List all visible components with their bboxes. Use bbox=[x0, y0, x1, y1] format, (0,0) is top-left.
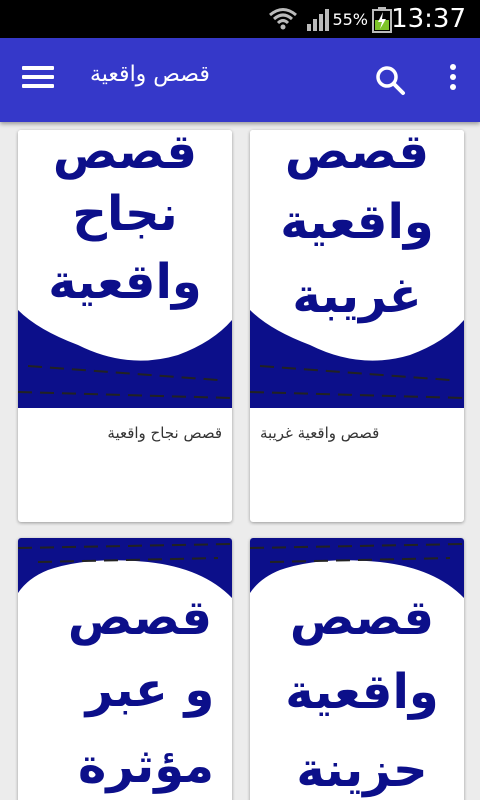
thumb-line: و عبر bbox=[84, 662, 215, 718]
app-title: قصص واقعية bbox=[90, 62, 210, 87]
story-card[interactable]: قصص و عبر مؤثرة bbox=[18, 538, 232, 800]
menu-icon[interactable] bbox=[18, 62, 58, 98]
thumb-line: حزينة bbox=[296, 742, 427, 798]
thumb-line: قصص bbox=[290, 590, 434, 646]
signal-icon bbox=[307, 9, 329, 31]
app-bar: قصص واقعية bbox=[0, 38, 480, 122]
clock: 13:37 bbox=[391, 4, 466, 34]
story-thumbnail: قصص واقعية غريبة bbox=[250, 130, 464, 408]
story-caption: قصص واقعية غريبة bbox=[260, 424, 380, 442]
thumb-line: قصص bbox=[68, 590, 212, 646]
thumb-line: قصص bbox=[53, 130, 197, 180]
more-options-icon[interactable] bbox=[438, 60, 468, 100]
thumb-line: واقعية bbox=[48, 254, 202, 310]
story-thumbnail: قصص و عبر مؤثرة bbox=[18, 538, 232, 800]
story-thumbnail: قصص واقعية حزينة bbox=[250, 538, 464, 800]
story-card[interactable]: قصص واقعية حزينة bbox=[250, 538, 464, 800]
thumb-line: قصص bbox=[285, 130, 429, 180]
thumb-line: مؤثرة bbox=[78, 738, 214, 794]
story-card[interactable]: قصص واقعية غريبة قصص واقعية غريبة bbox=[250, 130, 464, 522]
story-thumbnail: قصص نجاح واقعية bbox=[18, 130, 232, 408]
story-caption: قصص نجاح واقعية bbox=[107, 424, 222, 442]
thumb-line: غريبة bbox=[292, 268, 421, 324]
search-icon[interactable] bbox=[370, 60, 410, 100]
thumb-line: نجاح bbox=[72, 186, 177, 242]
story-card[interactable]: قصص نجاح واقعية قصص نجاح واقعية bbox=[18, 130, 232, 522]
thumb-line: واقعية bbox=[280, 194, 434, 250]
status-bar: 55% 13:37 bbox=[0, 0, 480, 38]
wifi-icon bbox=[269, 8, 297, 30]
battery-charging-icon bbox=[372, 7, 392, 33]
battery-percent: 55% bbox=[332, 10, 368, 29]
stories-grid: قصص نجاح واقعية قصص نجاح واقعية قصص واقع… bbox=[0, 122, 480, 800]
thumb-line: واقعية bbox=[285, 664, 439, 720]
